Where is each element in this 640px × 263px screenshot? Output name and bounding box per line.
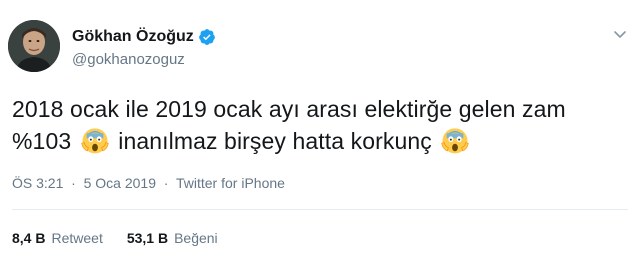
chevron-down-icon[interactable] [612,26,628,42]
meta-separator: · [160,175,172,191]
face-screaming-in-fear-icon [441,128,470,154]
verified-badge-icon [198,28,216,46]
tweet-card: Gökhan Özoğuz @gokhanozoguz 2018 ocak il… [0,0,640,263]
likes-count: 53,1 B [126,230,169,246]
face-screaming-in-fear-icon [81,128,109,154]
user-names: Gökhan Özoğuz @gokhanozoguz [72,27,216,68]
tweet-text: 2018 ocak ile 2019 ocak ayı arası elekti… [12,93,612,157]
likes-stat[interactable]: 53,1 B Beğeni [127,230,218,246]
tweet-stats: 8,4 B Retweet 53,1 B Beğeni [12,230,242,246]
meta-separator: · [67,175,79,191]
retweets-stat[interactable]: 8,4 B Retweet [12,230,103,246]
retweets-label: Retweet [51,230,103,246]
tweet-time[interactable]: ÖS 3:21 [12,175,63,191]
separator-dot: · [71,175,76,191]
tweet-text-percent: %103 [12,128,72,154]
avatar-photo-icon [8,20,60,72]
avatar[interactable] [8,20,60,72]
separator-dot: · [163,175,169,191]
likes-label: Beğeni [174,230,218,246]
tweet-text-line-1: 2018 ocak ile 2019 ocak ayı arası elekti… [12,96,566,122]
user-handle[interactable]: @gokhanozoguz [72,51,216,68]
tweet-text-sentence: inanılmaz birşey hatta korkunç [118,128,432,154]
retweets-count: 8,4 B [12,230,46,246]
tweet-meta: ÖS 3:21 · 5 Oca 2019 · Twitter for iPhon… [12,175,285,191]
tweet-header: Gökhan Özoğuz @gokhanozoguz [8,20,216,72]
tweet-date[interactable]: 5 Oca 2019 [84,175,156,191]
tweet-source[interactable]: Twitter for iPhone [176,175,285,191]
tweet-text-line-2: %103 inanılmaz birşey hatta korkunç [12,125,612,157]
divider [12,209,628,210]
display-name[interactable]: Gökhan Özoğuz [72,28,194,46]
